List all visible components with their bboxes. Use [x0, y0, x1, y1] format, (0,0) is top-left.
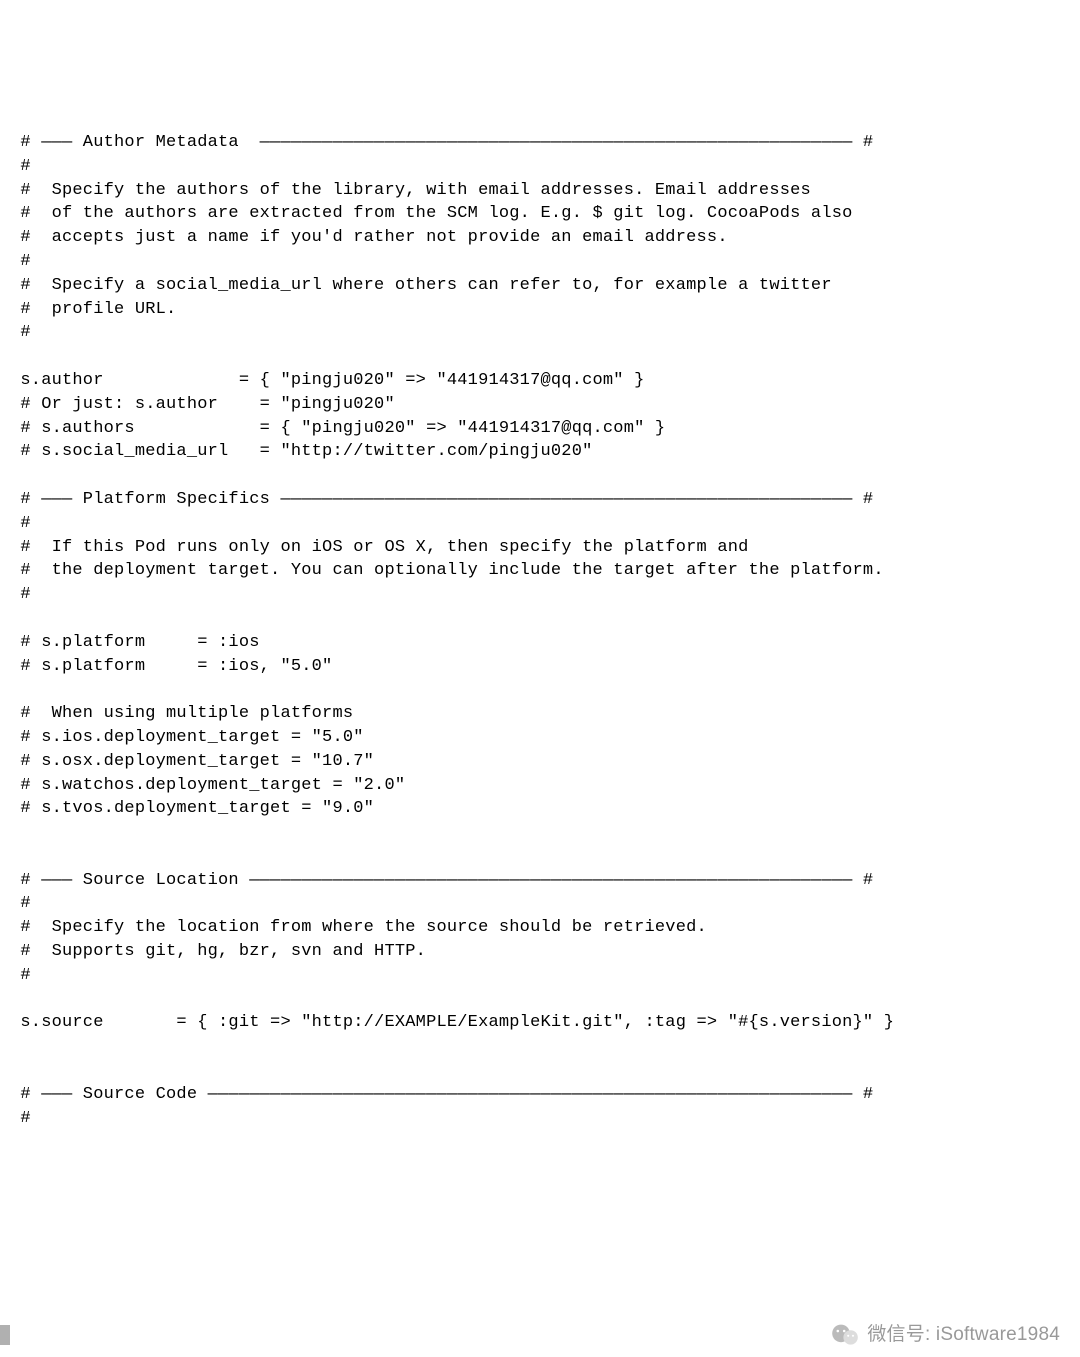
author-desc: # Specify a social_media_url where other…: [10, 276, 832, 295]
platform-code: # When using multiple platforms: [10, 704, 353, 723]
platform-code: # s.osx.deployment_target = "10.7": [10, 752, 374, 771]
platform-code: # s.watchos.deployment_target = "2.0": [10, 776, 405, 795]
platform-desc: # If this Pod runs only on iOS or OS X, …: [10, 538, 749, 557]
author-section-header: # ――― Author Metadata ――――――――――――――――――…: [10, 133, 873, 152]
watermark: 微信号: iSoftware1984: [830, 1322, 1060, 1349]
source-location-blank: #: [10, 966, 31, 985]
source-location-code: s.source = { :git => "http://EXAMPLE/Exa…: [10, 1013, 894, 1032]
source-location-desc: # Specify the location from where the so…: [10, 918, 707, 937]
platform-code: # s.tvos.deployment_target = "9.0": [10, 799, 374, 818]
podspec-code: # ――― Author Metadata ――――――――――――――――――…: [10, 107, 1080, 1130]
platform-blank: #: [10, 585, 31, 604]
wechat-icon: [830, 1323, 860, 1347]
author-desc: # of the authors are extracted from the …: [10, 204, 853, 223]
source-location-blank: #: [10, 894, 31, 913]
author-code: # s.authors = { "pingju020" => "44191431…: [10, 419, 665, 438]
platform-code: # s.ios.deployment_target = "5.0": [10, 728, 364, 747]
source-location-desc: # Supports git, hg, bzr, svn and HTTP.: [10, 942, 426, 961]
author-desc: # Specify the authors of the library, wi…: [10, 181, 811, 200]
source-code-section-header: # ――― Source Code ――――――――――――――――――――――…: [10, 1085, 873, 1104]
author-code: # Or just: s.author = "pingju020": [10, 395, 395, 414]
author-desc: # profile URL.: [10, 300, 176, 319]
source-location-section-header: # ――― Source Location ――――――――――――――――――…: [10, 871, 873, 890]
text-cursor: [0, 1325, 10, 1345]
platform-code: # s.platform = :ios: [10, 633, 260, 652]
author-desc: # accepts just a name if you'd rather no…: [10, 228, 728, 247]
platform-code: # s.platform = :ios, "5.0": [10, 657, 332, 676]
author-code: # s.social_media_url = "http://twitter.c…: [10, 442, 593, 461]
platform-desc: # the deployment target. You can optiona…: [10, 561, 884, 580]
author-blank: #: [10, 252, 31, 271]
author-code: s.author = { "pingju020" => "441914317@q…: [10, 371, 645, 390]
source-code-blank: #: [10, 1109, 31, 1128]
watermark-text: 微信号: iSoftware1984: [867, 1322, 1060, 1349]
platform-blank: #: [10, 514, 31, 533]
author-blank: #: [10, 157, 31, 176]
platform-section-header: # ――― Platform Specifics ―――――――――――――――…: [10, 490, 873, 509]
author-blank: #: [10, 323, 31, 342]
